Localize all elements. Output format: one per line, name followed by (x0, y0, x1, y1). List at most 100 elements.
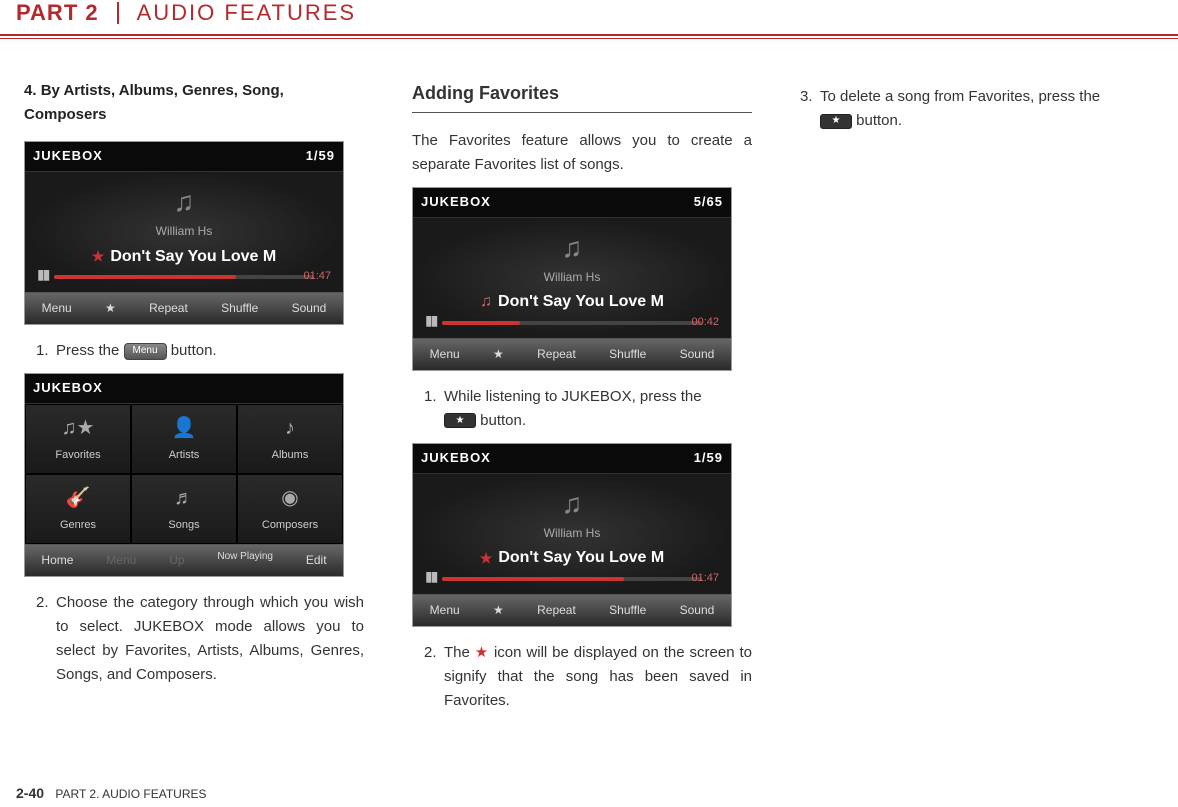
col2-intro: The Favorites feature allows you to crea… (412, 129, 752, 177)
page-header: PART 2 AUDIO FEATURES (0, 0, 1178, 30)
ss-count: 5/65 (694, 192, 723, 213)
header-divider (117, 2, 119, 24)
ss-count: 1/59 (306, 146, 335, 167)
ss-bottom-bar: Menu ★ Repeat Shuffle Sound (25, 292, 343, 324)
genres-icon: 🎸 (63, 483, 93, 513)
ss-btn: Menu (40, 299, 74, 318)
favorites-icon: ♫★ (63, 413, 93, 443)
footer-label: PART 2. AUDIO FEATURES (55, 787, 206, 801)
page-number: 2-40 (16, 785, 44, 801)
column-2: Adding Favorites The Favorites feature a… (412, 79, 752, 719)
col1-step2: 2. Choose the category through which you… (24, 591, 364, 687)
star-button-inline: ★ (820, 114, 852, 129)
pause-icon: ▮▮ (425, 565, 436, 587)
ss-btn: Now Playing (215, 551, 275, 570)
menu-button-inline: Menu (124, 343, 167, 360)
star-icon: ★ (480, 547, 493, 569)
ss-song-title: Don't Say You Love M (498, 289, 664, 315)
ss-song-title: Don't Say You Love M (110, 244, 276, 270)
ss-btn: Menu (104, 551, 138, 570)
jukebox-screenshot-2: JUKEBOX ♫★Favorites 👤Artists ♪Albums 🎸Ge… (24, 373, 344, 577)
progress-bar (54, 275, 314, 279)
progress-bar (442, 577, 702, 581)
step-text: button. (167, 342, 217, 359)
ss-artist: William Hs (156, 222, 213, 241)
ss-bottom-bar: Menu ★ Repeat Shuffle Sound (413, 338, 731, 370)
ss-song-title: Don't Say You Love M (498, 545, 664, 571)
ss-btn: Repeat (535, 345, 578, 364)
col2-step2: 2. The ★ icon will be displayed on the s… (412, 641, 752, 713)
music-icon: ♫ (480, 289, 492, 315)
grid-cell: 👤Artists (131, 404, 237, 474)
ss-title: JUKEBOX (33, 146, 103, 167)
grid-cell: 🎸Genres (25, 474, 131, 544)
ss-artist: William Hs (544, 268, 601, 287)
grid-cell: ◉Composers (237, 474, 343, 544)
ss-time: 01:47 (303, 268, 331, 286)
grid-cell: ♫★Favorites (25, 404, 131, 474)
page-footer: 2-40 PART 2. AUDIO FEATURES (16, 785, 207, 801)
ss-btn: Sound (678, 345, 717, 364)
ss-count: 1/59 (694, 448, 723, 469)
grid-cell: ♬Songs (131, 474, 237, 544)
ss-btn: Repeat (535, 601, 578, 620)
pause-icon: ▮▮ (37, 263, 48, 285)
ss-artist: William Hs (544, 524, 601, 543)
ss-btn: ★ (491, 601, 506, 620)
ss-title: JUKEBOX (33, 378, 103, 399)
col1-step1: 1. Press the Menu button. (24, 339, 364, 363)
ss-btn: Shuffle (607, 601, 648, 620)
ss-btn: Home (39, 551, 75, 570)
step-number: 3. (800, 85, 820, 133)
step-text: Choose the category through which you wi… (56, 591, 364, 687)
column-3: 3. To delete a song from Favorites, pres… (800, 79, 1140, 719)
ss-btn: Up (167, 551, 186, 570)
star-icon: ★ (92, 245, 105, 267)
ss-bottom-bar: Home Menu Up Now Playing Edit (25, 544, 343, 576)
ss-btn: Edit (304, 551, 329, 570)
music-note-icon: ♫ (554, 230, 590, 266)
step-text: icon will be displayed on the screen to … (444, 644, 752, 709)
grid-cell: ♪Albums (237, 404, 343, 474)
step-text: Press the (56, 342, 124, 359)
step-number: 1. (424, 385, 444, 433)
music-note-icon: ♫ (554, 486, 590, 522)
ss-btn: Sound (678, 601, 717, 620)
step-number: 2. (424, 641, 444, 713)
progress-bar (442, 321, 702, 325)
step-text: button. (852, 112, 902, 129)
column-1: 4. By Artists, Albums, Genres, Song, Com… (24, 79, 364, 719)
star-icon-inline: ★ (475, 644, 489, 661)
step-text: While listening to JUKEBOX, press the (444, 388, 702, 405)
artists-icon: 👤 (169, 413, 199, 443)
songs-icon: ♬ (169, 483, 199, 513)
red-rule (0, 34, 1178, 36)
ss-title: JUKEBOX (421, 192, 491, 213)
music-note-icon: ♫ (166, 184, 202, 220)
ss-btn: Repeat (147, 299, 190, 318)
step-text: The (444, 644, 475, 661)
ss-btn: Shuffle (607, 345, 648, 364)
step-number: 1. (36, 339, 56, 363)
adding-favorites-heading: Adding Favorites (412, 79, 752, 113)
composers-icon: ◉ (275, 483, 305, 513)
pause-icon: ▮▮ (425, 309, 436, 331)
col1-heading-text: By Artists, Albums, Genres, Song, Compos… (24, 82, 284, 123)
ss-btn: Menu (428, 601, 462, 620)
col1-heading-num: 4. (24, 82, 37, 99)
ss-btn: ★ (103, 299, 118, 318)
col3-step3: 3. To delete a song from Favorites, pres… (800, 85, 1140, 133)
ss-title: JUKEBOX (421, 448, 491, 469)
jukebox-screenshot-4: JUKEBOX 1/59 ♫ William Hs ★ Don't Say Yo… (412, 443, 732, 627)
step-text: To delete a song from Favorites, press t… (820, 88, 1100, 105)
albums-icon: ♪ (275, 413, 305, 443)
star-button-inline: ★ (444, 413, 476, 428)
thin-rule (0, 38, 1178, 39)
ss-btn: Shuffle (219, 299, 260, 318)
ss-time: 01:47 (691, 570, 719, 588)
part-label: PART 2 (16, 0, 117, 26)
section-title: AUDIO FEATURES (137, 0, 357, 26)
step-number: 2. (36, 591, 56, 687)
col1-heading: 4. By Artists, Albums, Genres, Song, Com… (24, 79, 364, 127)
ss-bottom-bar: Menu ★ Repeat Shuffle Sound (413, 594, 731, 626)
